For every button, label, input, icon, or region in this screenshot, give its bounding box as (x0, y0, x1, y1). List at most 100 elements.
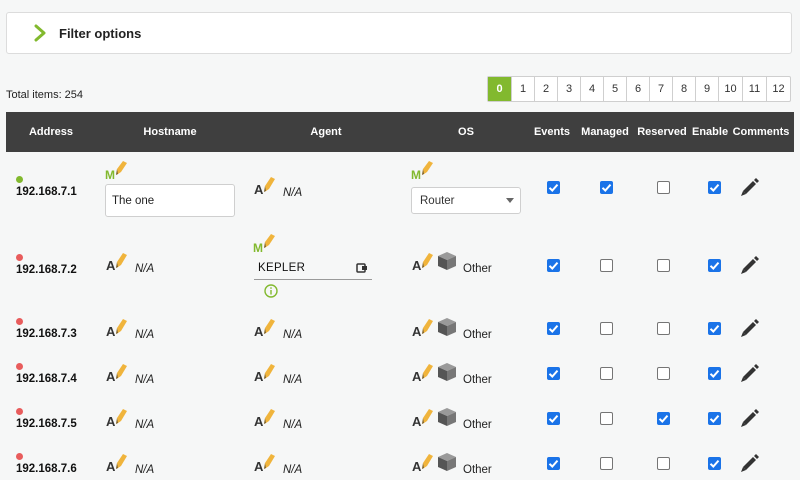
edit-comment-icon[interactable] (739, 178, 759, 198)
page-link-8[interactable]: 8 (672, 77, 695, 101)
page-link-10[interactable]: 10 (718, 77, 742, 101)
managed-checkbox[interactable] (600, 181, 613, 194)
reserved-checkbox[interactable] (657, 322, 670, 335)
svg-text:M: M (253, 241, 263, 254)
page-link-6[interactable]: 6 (626, 77, 649, 101)
page-link-12[interactable]: 12 (766, 77, 790, 101)
agent-value: N/A (283, 187, 303, 199)
table-row: 192.168.7.5 A N/A A N/A A Other (6, 402, 794, 447)
auto-edit-icon[interactable]: A (106, 408, 128, 430)
manual-edit-icon[interactable]: M (105, 161, 127, 182)
edit-comment-icon[interactable] (739, 319, 759, 339)
hostname-input[interactable] (105, 184, 235, 217)
page-link-1[interactable]: 1 (511, 77, 534, 101)
reserved-checkbox[interactable] (657, 367, 670, 380)
filter-options-panel[interactable]: Filter options (6, 12, 792, 54)
pagination: 0 1 2 3 4 5 6 7 8 9 10 11 12 (487, 76, 791, 102)
page-link-7[interactable]: 7 (649, 77, 672, 101)
svg-text:A: A (106, 369, 116, 384)
auto-edit-icon[interactable]: A (106, 252, 128, 274)
reserved-checkbox[interactable] (657, 457, 670, 470)
reserved-checkbox[interactable] (657, 412, 670, 425)
edit-comment-icon[interactable] (739, 454, 759, 474)
hostname-value: N/A (135, 263, 155, 275)
enable-checkbox[interactable] (708, 412, 721, 425)
manual-edit-icon[interactable]: M (253, 234, 275, 255)
enable-checkbox[interactable] (708, 322, 721, 335)
edit-comment-icon[interactable] (739, 409, 759, 429)
reserved-checkbox[interactable] (657, 259, 670, 272)
table-row: 192.168.7.6 A N/A A N/A A Other (6, 447, 794, 480)
auto-edit-icon[interactable]: A (106, 363, 128, 385)
edit-comment-icon[interactable] (739, 364, 759, 384)
cube-icon (437, 407, 457, 427)
plug-icon[interactable] (356, 262, 368, 274)
enable-checkbox[interactable] (708, 181, 721, 194)
managed-checkbox[interactable] (600, 457, 613, 470)
edit-comment-icon[interactable] (739, 256, 759, 276)
enable-checkbox[interactable] (708, 259, 721, 272)
ip-address: 192.168.7.4 (16, 373, 77, 385)
chevron-right-icon[interactable] (33, 24, 47, 42)
managed-checkbox[interactable] (600, 412, 613, 425)
status-down-dot (16, 408, 23, 415)
events-checkbox[interactable] (547, 457, 560, 470)
auto-edit-icon[interactable]: A (106, 318, 128, 340)
auto-edit-icon[interactable]: A (412, 252, 434, 274)
page-link-5[interactable]: 5 (603, 77, 626, 101)
manual-edit-icon[interactable]: M (411, 161, 433, 182)
os-value: Other (463, 263, 492, 275)
svg-text:A: A (412, 414, 422, 429)
auto-edit-icon[interactable]: A (412, 453, 434, 475)
page-link-9[interactable]: 9 (695, 77, 718, 101)
agent-value: N/A (283, 464, 303, 476)
auto-edit-icon[interactable]: A (254, 453, 276, 475)
svg-text:M: M (411, 168, 421, 181)
auto-edit-icon[interactable]: A (254, 363, 276, 385)
enable-checkbox[interactable] (708, 457, 721, 470)
info-icon[interactable] (264, 284, 278, 298)
page-link-0[interactable]: 0 (488, 77, 511, 101)
auto-edit-icon[interactable]: A (254, 176, 276, 198)
svg-text:A: A (106, 459, 116, 474)
enable-checkbox[interactable] (708, 367, 721, 380)
chevron-down-icon[interactable] (506, 198, 514, 203)
events-checkbox[interactable] (547, 367, 560, 380)
auto-edit-icon[interactable]: A (106, 453, 128, 475)
auto-edit-icon[interactable]: A (412, 363, 434, 385)
table-row: 192.168.7.3 A N/A A N/A A Other (6, 312, 794, 357)
page-link-11[interactable]: 11 (742, 77, 766, 101)
svg-text:A: A (412, 459, 422, 474)
page-link-3[interactable]: 3 (557, 77, 580, 101)
hostname-value: N/A (135, 419, 155, 431)
auto-edit-icon[interactable]: A (412, 318, 434, 340)
events-checkbox[interactable] (547, 412, 560, 425)
page-link-4[interactable]: 4 (580, 77, 603, 101)
events-checkbox[interactable] (547, 322, 560, 335)
filter-options-title[interactable]: Filter options (59, 26, 141, 41)
agent-name: KEPLER (258, 262, 306, 274)
events-checkbox[interactable] (547, 181, 560, 194)
agent-field[interactable]: KEPLER (254, 258, 372, 280)
column-header-agent: Agent (310, 126, 342, 138)
events-checkbox[interactable] (547, 259, 560, 272)
managed-checkbox[interactable] (600, 367, 613, 380)
column-header-enable: Enable (692, 126, 729, 138)
table-row: 192.168.7.4 A N/A A N/A A Other (6, 357, 794, 402)
svg-text:A: A (106, 258, 116, 273)
reserved-checkbox[interactable] (657, 181, 670, 194)
svg-text:A: A (254, 182, 264, 197)
auto-edit-icon[interactable]: A (412, 408, 434, 430)
svg-text:A: A (106, 324, 116, 339)
hostname-value: N/A (135, 329, 155, 341)
os-value: Other (463, 374, 492, 386)
status-down-dot (16, 318, 23, 325)
auto-edit-icon[interactable]: A (254, 408, 276, 430)
auto-edit-icon[interactable]: A (254, 318, 276, 340)
os-value: Other (463, 329, 492, 341)
svg-text:A: A (412, 324, 422, 339)
managed-checkbox[interactable] (600, 322, 613, 335)
page-link-2[interactable]: 2 (534, 77, 557, 101)
os-select[interactable]: Router (411, 187, 521, 214)
managed-checkbox[interactable] (600, 259, 613, 272)
